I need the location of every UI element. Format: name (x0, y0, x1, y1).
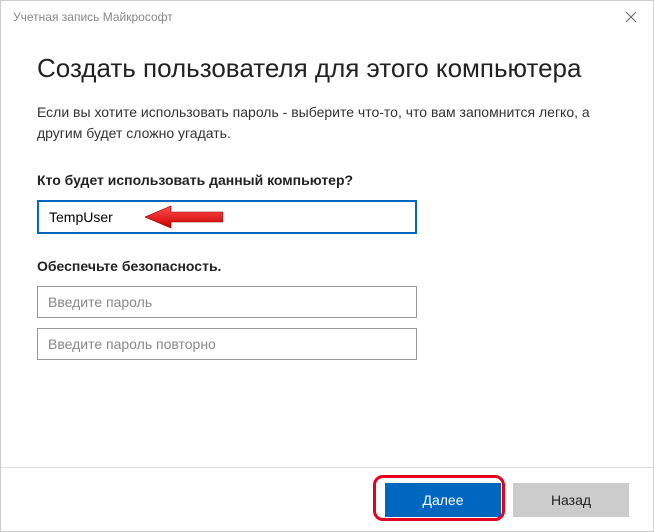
security-label: Обеспечьте безопасность. (37, 258, 617, 274)
page-title: Создать пользователя для этого компьютер… (37, 53, 617, 84)
footer: Далее Назад (1, 467, 653, 531)
back-button[interactable]: Назад (513, 483, 629, 517)
content-area: Создать пользователя для этого компьютер… (1, 33, 653, 531)
close-icon (626, 12, 636, 22)
password-confirm-input[interactable] (37, 328, 417, 360)
titlebar: Учетная запись Майкрософт (1, 1, 653, 33)
username-input[interactable] (37, 200, 417, 234)
close-button[interactable] (617, 3, 645, 31)
password-input[interactable] (37, 286, 417, 318)
window-title: Учетная запись Майкрософт (13, 10, 173, 24)
description-text: Если вы хотите использовать пароль - выб… (37, 102, 617, 144)
next-button[interactable]: Далее (385, 483, 501, 517)
username-field-wrap (37, 200, 617, 234)
username-label: Кто будет использовать данный компьютер? (37, 172, 617, 188)
dialog-window: Учетная запись Майкрософт Создать пользо… (0, 0, 654, 532)
